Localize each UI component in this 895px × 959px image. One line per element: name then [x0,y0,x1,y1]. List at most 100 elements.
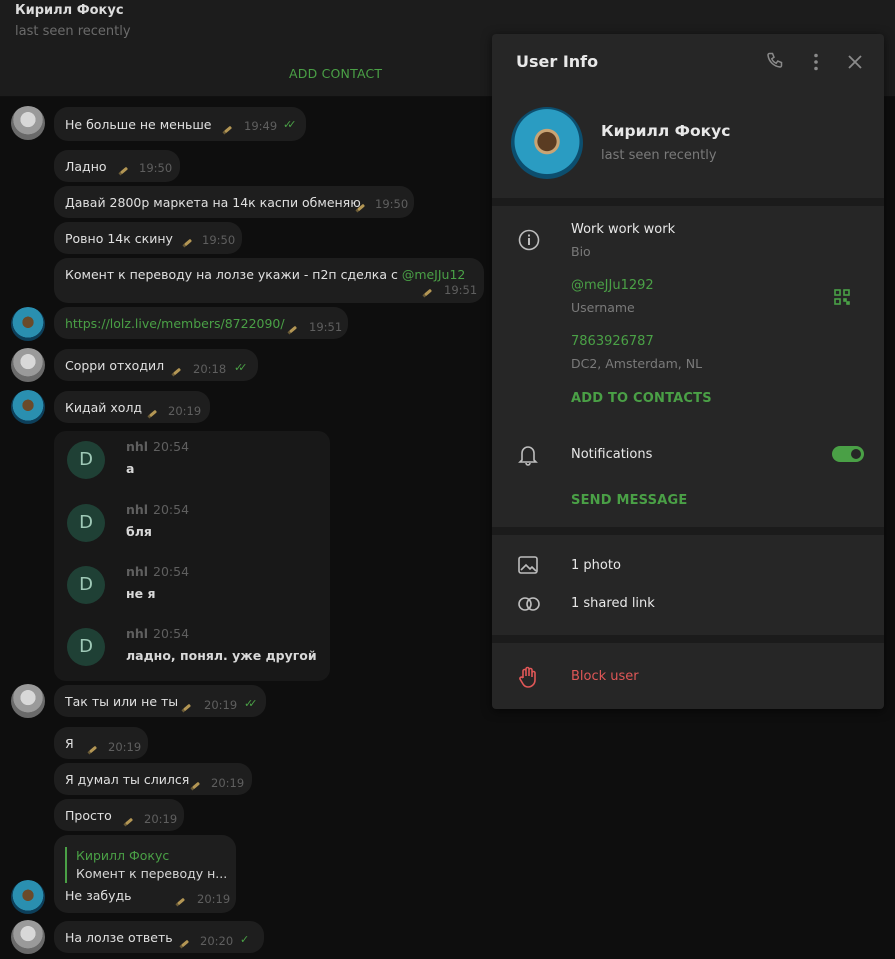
pencil-icon [223,125,233,134]
pencil-icon [423,288,433,297]
message-time: 20:19 [197,892,231,906]
message-bubble[interactable]: Ладно 19:50 [54,150,180,182]
forwarded-messages[interactable]: D nhl 20:54 а D nhl 20:54 бля D nhl 20:5… [54,431,330,681]
notifications-label: Notifications [571,447,653,462]
forward-avatar: D [67,628,105,666]
notifications-toggle[interactable] [832,446,864,462]
block-user-button[interactable]: Block user [571,669,639,684]
message-bubble[interactable]: Давай 2800р маркета на 14к каспи обменяю… [54,186,414,218]
message-text: Сорри отходил [65,358,165,373]
avatar[interactable] [11,920,45,954]
pencil-icon [191,781,201,790]
avatar[interactable] [11,880,45,914]
pencil-icon [180,939,190,948]
message-text: Ровно 14к скину [65,231,173,246]
forward-sender: nhl [126,626,149,641]
mention-link[interactable]: @meJJu12 [402,267,466,282]
avatar[interactable] [11,307,45,341]
message-bubble[interactable]: Не больше не меньше 19:49 ✓✓ [54,107,306,141]
pencil-icon [183,238,193,247]
reply-text: Комент к переводу н... [76,866,228,881]
message-bubble[interactable]: Просто 20:19 [54,799,184,831]
message-bubble[interactable]: Ровно 14к скину 19:50 [54,222,242,254]
avatar[interactable] [11,390,45,424]
profile-avatar[interactable] [511,107,583,179]
message-bubble[interactable]: https://lolz.live/members/8722090/ 19:51 [54,307,348,339]
message-time: 20:19 [168,404,202,418]
message-bubble[interactable]: Я думал ты слился 20:19 [54,763,252,795]
reply-quote[interactable]: Кирилл Фокус Комент к переводу н... [65,847,227,883]
message-link[interactable]: https://lolz.live/members/8722090/ [65,316,285,331]
pencil-icon [288,325,298,334]
photos-count[interactable]: 1 photo [571,558,621,573]
avatar[interactable] [11,684,45,718]
avatar[interactable] [11,348,45,382]
message-text: Я думал ты слился [65,772,190,787]
message-bubble[interactable]: Сорри отходил 20:18 ✓✓ [54,349,258,381]
forward-text: бля [126,524,152,539]
qr-code-icon[interactable] [834,289,850,309]
username-value[interactable]: @meJJu1292 [571,278,654,293]
message-time: 20:19 [144,812,178,826]
info-icon [518,229,540,255]
message-text: Просто [65,808,112,823]
divider [492,198,884,206]
double-check-icon: ✓✓ [244,697,258,710]
pencil-icon [148,409,158,418]
forward-avatar: D [67,566,105,604]
photo-icon [518,556,538,578]
links-count[interactable]: 1 shared link [571,596,655,611]
message-text: Ладно [65,159,107,174]
phone-icon[interactable] [765,52,783,74]
divider [492,527,884,535]
message-text: Комент к переводу на лолзе укажи - п2п с… [65,267,466,282]
message-time: 19:50 [139,161,173,175]
forward-time: 20:54 [153,626,190,641]
pencil-icon [182,703,192,712]
more-vertical-icon[interactable] [809,53,823,75]
message-bubble[interactable]: Я 20:19 [54,727,148,759]
message-bubble[interactable]: Кирилл Фокус Комент к переводу н... Не з… [54,835,236,913]
message-bubble[interactable]: Так ты или не ты 20:19 ✓✓ [54,685,266,717]
forward-text: не я [126,586,156,601]
link-icon [518,596,540,615]
message-bubble[interactable]: Кидай холд 20:19 [54,391,210,423]
toggle-knob [851,449,861,459]
pencil-icon [88,745,98,754]
message-text: Не больше не меньше [65,117,212,132]
message-time: 20:20 [200,934,234,948]
profile-name: Кирилл Фокус [601,122,731,140]
double-check-icon: ✓✓ [234,361,248,374]
phone-number[interactable]: 7863926787 [571,334,654,349]
message-bubble[interactable]: Комент к переводу на лолзе укажи - п2п с… [54,258,484,303]
message-text: Не забудь [65,888,132,903]
message-bubble[interactable]: На лолзе ответь 20:20 ✓ [54,921,264,953]
forward-time: 20:54 [153,564,190,579]
forward-time: 20:54 [153,439,190,454]
bio-value: Work work work [571,222,676,237]
message-text: Кидай холд [65,400,143,415]
chat-title[interactable]: Кирилл Фокус [15,3,124,18]
reply-author: Кирилл Фокус [76,848,170,863]
forward-time: 20:54 [153,502,190,517]
avatar[interactable] [11,106,45,140]
message-time: 19:50 [375,197,409,211]
message-text: На лолзе ответь [65,930,173,945]
divider [492,635,884,643]
pencil-icon [119,166,129,175]
check-icon: ✓ [240,933,250,946]
add-contact-button[interactable]: ADD CONTACT [289,66,382,81]
bio-label: Bio [571,244,591,259]
send-message-button[interactable]: SEND MESSAGE [571,493,687,508]
username-label: Username [571,300,635,315]
message-text: Так ты или не ты [65,694,179,709]
message-time: 20:19 [211,776,245,790]
add-to-contacts-button[interactable]: ADD TO CONTACTS [571,391,712,406]
message-time: 20:19 [204,698,238,712]
message-time: 19:51 [309,320,343,334]
pencil-icon [172,367,182,376]
profile-status: last seen recently [601,148,717,163]
forward-sender: nhl [126,564,149,579]
close-icon[interactable] [848,54,862,73]
panel-title: User Info [516,52,599,71]
